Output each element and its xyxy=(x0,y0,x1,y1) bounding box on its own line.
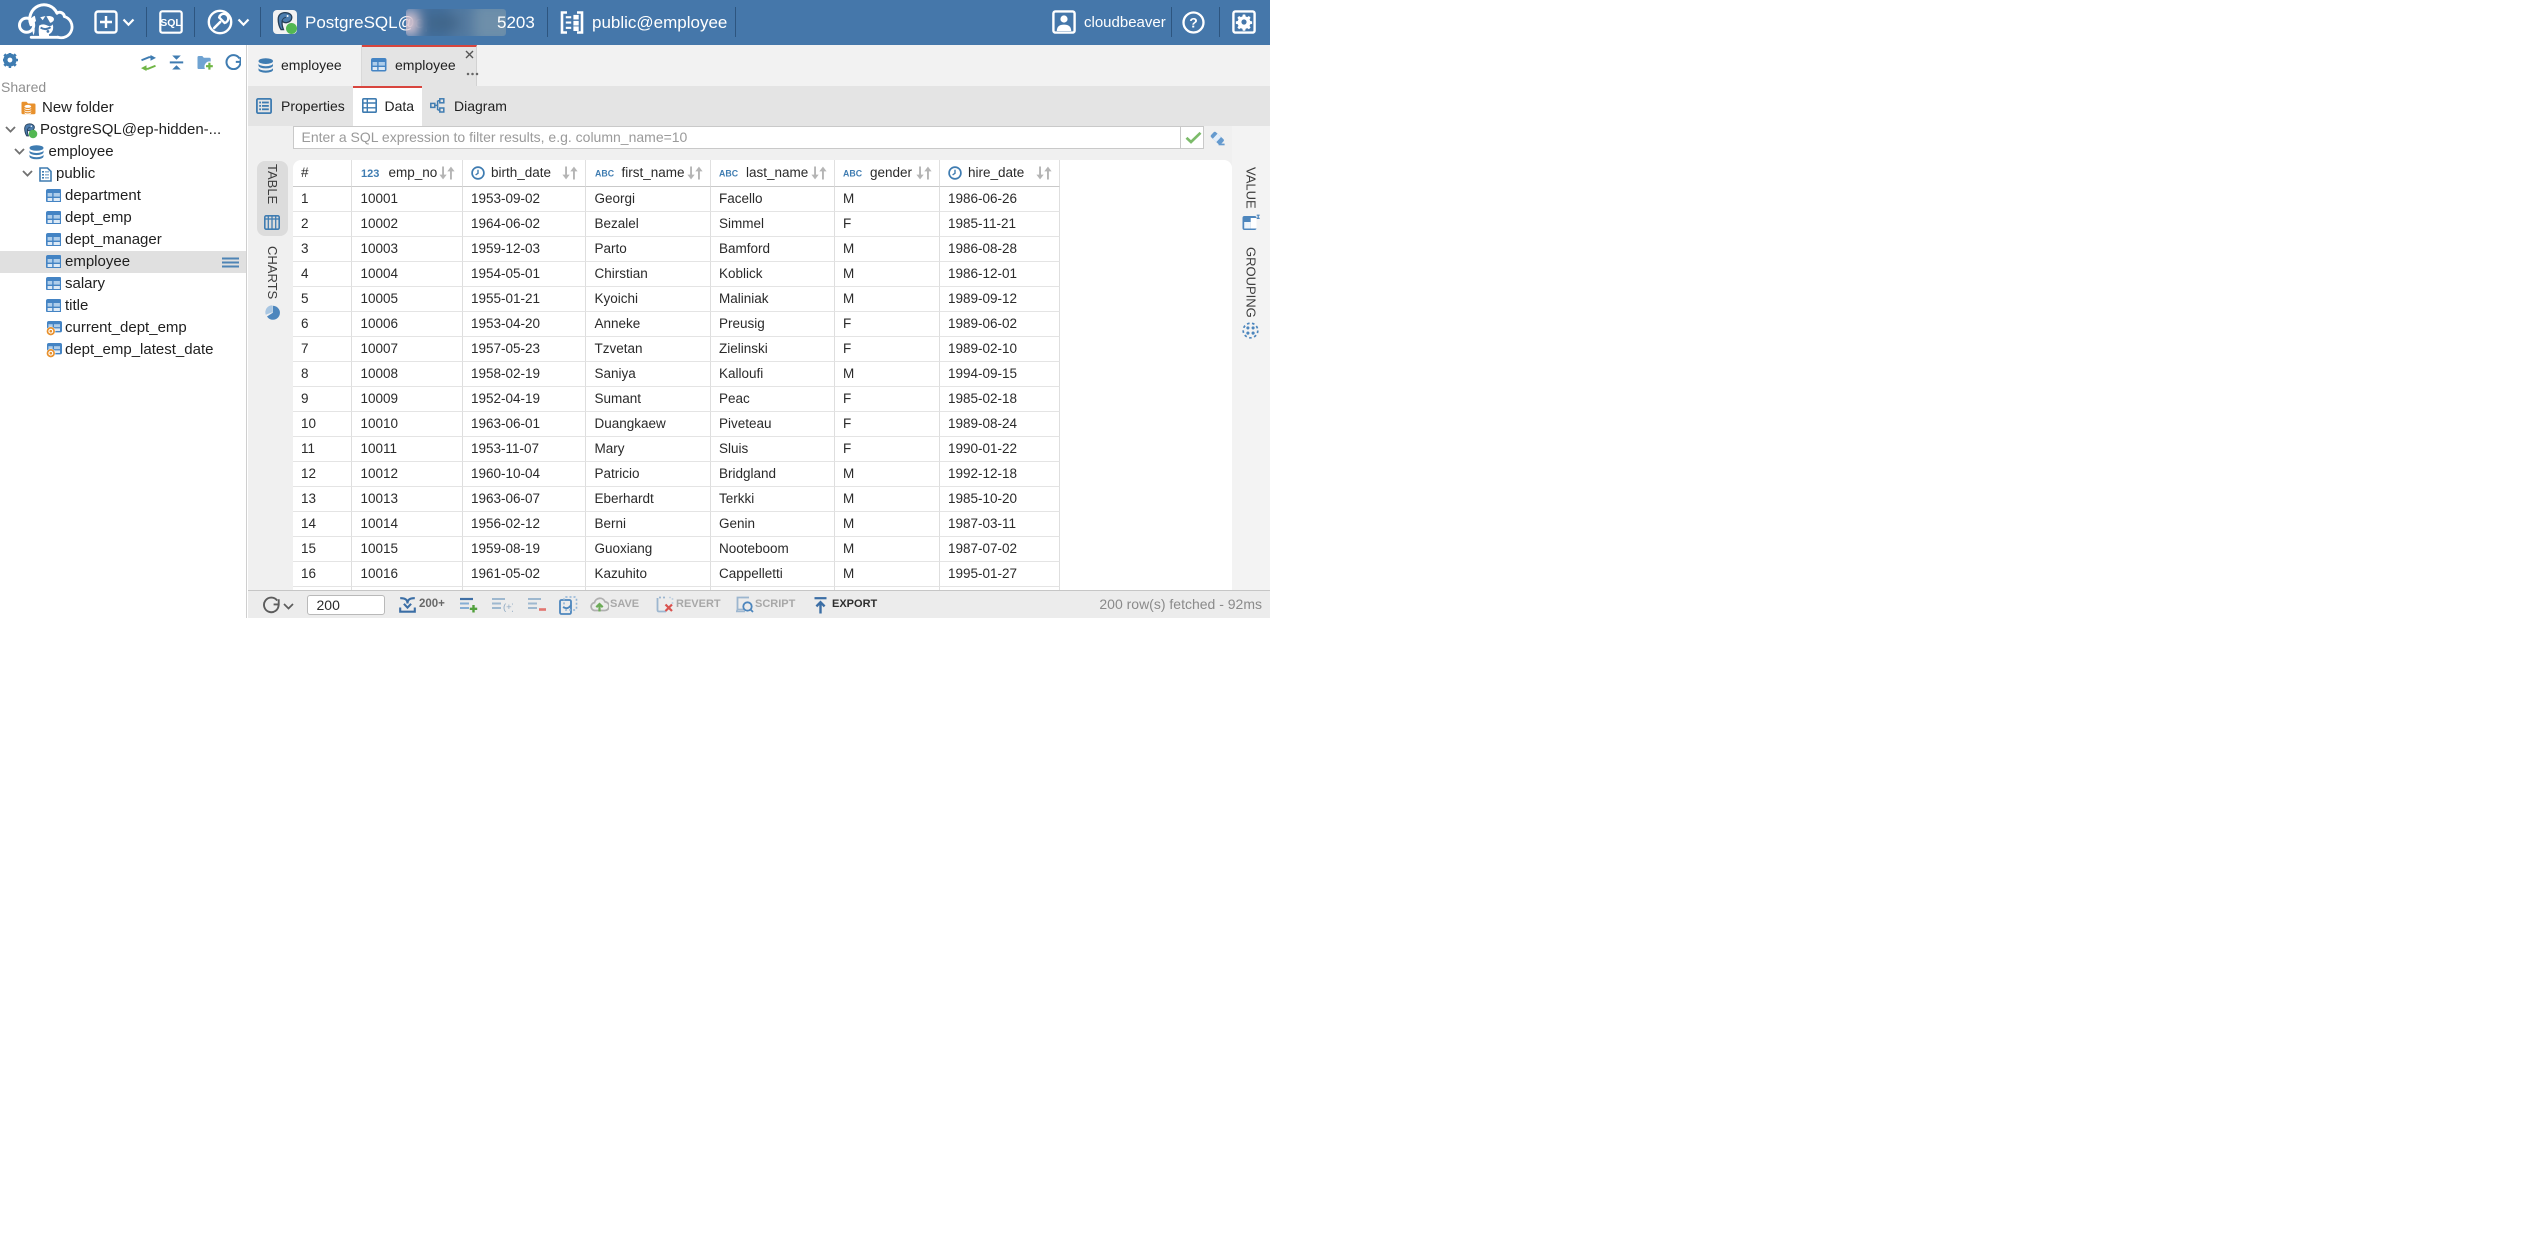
svg-text:123: 123 xyxy=(361,168,379,179)
svg-text:ABC: ABC xyxy=(719,168,739,177)
svg-text:?: ? xyxy=(1189,15,1198,31)
svg-text:(+): (+) xyxy=(503,602,513,613)
svg-text:ABC: ABC xyxy=(595,168,615,177)
svg-text:SQL: SQL xyxy=(160,17,182,29)
svg-text:ABC: ABC xyxy=(843,168,863,177)
